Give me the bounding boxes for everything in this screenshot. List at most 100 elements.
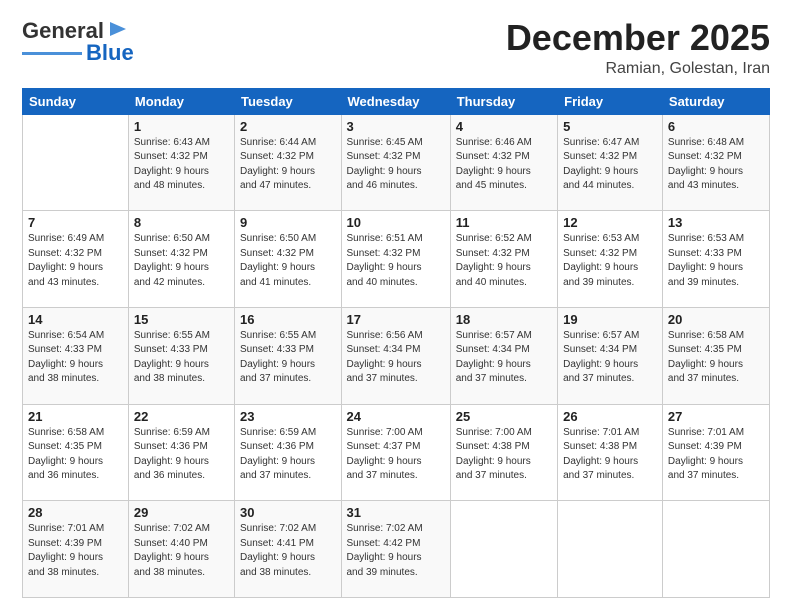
day-number: 23 — [240, 409, 336, 424]
day-info: Sunrise: 6:50 AMSunset: 4:32 PMDaylight:… — [240, 232, 336, 290]
day-number: 15 — [134, 312, 229, 327]
calendar-week-5: 28 Sunrise: 7:01 AMSunset: 4:39 PMDayligh… — [23, 501, 770, 598]
day-number: 5 — [563, 119, 657, 134]
day-number: 7 — [28, 215, 123, 230]
day-info: Sunrise: 6:59 AMSunset: 4:36 PMDaylight:… — [134, 426, 229, 484]
calendar-cell: 9 Sunrise: 6:50 AMSunset: 4:32 PMDaylight… — [235, 211, 342, 308]
calendar-cell: 23 Sunrise: 6:59 AMSunset: 4:36 PMDayligh… — [235, 404, 342, 501]
calendar-header-wednesday: Wednesday — [341, 88, 450, 114]
calendar-week-2: 7 Sunrise: 6:49 AMSunset: 4:32 PMDaylight… — [23, 211, 770, 308]
title-block: December 2025 Ramian, Golestan, Iran — [506, 18, 770, 78]
day-info: Sunrise: 7:00 AMSunset: 4:37 PMDaylight:… — [347, 426, 445, 484]
calendar-cell: 6 Sunrise: 6:48 AMSunset: 4:32 PMDaylight… — [662, 114, 769, 211]
calendar-header-monday: Monday — [128, 88, 234, 114]
day-number: 12 — [563, 215, 657, 230]
day-info: Sunrise: 6:52 AMSunset: 4:32 PMDaylight:… — [456, 232, 552, 290]
day-number: 9 — [240, 215, 336, 230]
day-number: 6 — [668, 119, 764, 134]
calendar-cell: 14 Sunrise: 6:54 AMSunset: 4:33 PMDayligh… — [23, 307, 129, 404]
day-info: Sunrise: 6:51 AMSunset: 4:32 PMDaylight:… — [347, 232, 445, 290]
calendar-cell — [662, 501, 769, 598]
calendar-cell: 7 Sunrise: 6:49 AMSunset: 4:32 PMDaylight… — [23, 211, 129, 308]
calendar-week-1: 1 Sunrise: 6:43 AMSunset: 4:32 PMDaylight… — [23, 114, 770, 211]
calendar-week-4: 21 Sunrise: 6:58 AMSunset: 4:35 PMDayligh… — [23, 404, 770, 501]
day-number: 20 — [668, 312, 764, 327]
calendar-cell: 20 Sunrise: 6:58 AMSunset: 4:35 PMDayligh… — [662, 307, 769, 404]
day-info: Sunrise: 7:02 AMSunset: 4:40 PMDaylight:… — [134, 522, 229, 580]
calendar-cell: 5 Sunrise: 6:47 AMSunset: 4:32 PMDaylight… — [558, 114, 663, 211]
page: General Blue December 2025 Ramian, Goles… — [0, 0, 792, 612]
calendar-cell: 31 Sunrise: 7:02 AMSunset: 4:42 PMDayligh… — [341, 501, 450, 598]
day-number: 25 — [456, 409, 552, 424]
header: General Blue December 2025 Ramian, Goles… — [22, 18, 770, 78]
day-number: 17 — [347, 312, 445, 327]
calendar-cell — [23, 114, 129, 211]
day-number: 21 — [28, 409, 123, 424]
day-number: 3 — [347, 119, 445, 134]
day-info: Sunrise: 6:57 AMSunset: 4:34 PMDaylight:… — [563, 329, 657, 387]
calendar-cell: 21 Sunrise: 6:58 AMSunset: 4:35 PMDayligh… — [23, 404, 129, 501]
day-number: 22 — [134, 409, 229, 424]
calendar-cell: 28 Sunrise: 7:01 AMSunset: 4:39 PMDayligh… — [23, 501, 129, 598]
day-info: Sunrise: 7:01 AMSunset: 4:39 PMDaylight:… — [28, 522, 123, 580]
calendar-cell: 19Sunrise: 6:57 AMSunset: 4:34 PMDayligh… — [558, 307, 663, 404]
calendar-week-3: 14 Sunrise: 6:54 AMSunset: 4:33 PMDayligh… — [23, 307, 770, 404]
calendar-cell: 4 Sunrise: 6:46 AMSunset: 4:32 PMDaylight… — [450, 114, 557, 211]
calendar-cell: 16Sunrise: 6:55 AMSunset: 4:33 PMDayligh… — [235, 307, 342, 404]
day-info: Sunrise: 6:48 AMSunset: 4:32 PMDaylight:… — [668, 136, 764, 194]
day-info: Sunrise: 6:58 AMSunset: 4:35 PMDaylight:… — [668, 329, 764, 387]
day-info: Sunrise: 6:58 AMSunset: 4:35 PMDaylight:… — [28, 426, 123, 484]
day-info: Sunrise: 6:46 AMSunset: 4:32 PMDaylight:… — [456, 136, 552, 194]
calendar-header-friday: Friday — [558, 88, 663, 114]
calendar-cell: 26 Sunrise: 7:01 AMSunset: 4:38 PMDayligh… — [558, 404, 663, 501]
day-number: 29 — [134, 505, 229, 520]
calendar-cell: 17Sunrise: 6:56 AMSunset: 4:34 PMDayligh… — [341, 307, 450, 404]
calendar-cell: 30Sunrise: 7:02 AMSunset: 4:41 PMDayligh… — [235, 501, 342, 598]
day-info: Sunrise: 6:44 AMSunset: 4:32 PMDaylight:… — [240, 136, 336, 194]
day-number: 16 — [240, 312, 336, 327]
day-number: 13 — [668, 215, 764, 230]
day-info: Sunrise: 6:43 AMSunset: 4:32 PMDaylight:… — [134, 136, 229, 194]
day-info: Sunrise: 6:47 AMSunset: 4:32 PMDaylight:… — [563, 136, 657, 194]
day-info: Sunrise: 6:54 AMSunset: 4:33 PMDaylight:… — [28, 329, 123, 387]
day-info: Sunrise: 6:57 AMSunset: 4:34 PMDaylight:… — [456, 329, 552, 387]
calendar-cell: 3Sunrise: 6:45 AMSunset: 4:32 PMDaylight… — [341, 114, 450, 211]
day-number: 4 — [456, 119, 552, 134]
calendar-header-thursday: Thursday — [450, 88, 557, 114]
calendar-cell: 13Sunrise: 6:53 AMSunset: 4:33 PMDayligh… — [662, 211, 769, 308]
day-number: 8 — [134, 215, 229, 230]
day-number: 31 — [347, 505, 445, 520]
day-info: Sunrise: 7:01 AMSunset: 4:38 PMDaylight:… — [563, 426, 657, 484]
calendar-cell: 18 Sunrise: 6:57 AMSunset: 4:34 PMDayligh… — [450, 307, 557, 404]
day-number: 1 — [134, 119, 229, 134]
day-info: Sunrise: 7:02 AMSunset: 4:41 PMDaylight:… — [240, 522, 336, 580]
day-number: 28 — [28, 505, 123, 520]
calendar-header-saturday: Saturday — [662, 88, 769, 114]
day-info: Sunrise: 7:01 AMSunset: 4:39 PMDaylight:… — [668, 426, 764, 484]
day-number: 24 — [347, 409, 445, 424]
day-number: 27 — [668, 409, 764, 424]
day-number: 26 — [563, 409, 657, 424]
calendar-cell: 25Sunrise: 7:00 AMSunset: 4:38 PMDayligh… — [450, 404, 557, 501]
day-number: 11 — [456, 215, 552, 230]
calendar-cell: 1 Sunrise: 6:43 AMSunset: 4:32 PMDaylight… — [128, 114, 234, 211]
calendar-cell — [558, 501, 663, 598]
day-info: Sunrise: 6:49 AMSunset: 4:32 PMDaylight:… — [28, 232, 123, 290]
day-info: Sunrise: 6:53 AMSunset: 4:32 PMDaylight:… — [563, 232, 657, 290]
day-info: Sunrise: 6:55 AMSunset: 4:33 PMDaylight:… — [134, 329, 229, 387]
calendar-cell: 24 Sunrise: 7:00 AMSunset: 4:37 PMDayligh… — [341, 404, 450, 501]
logo: General Blue — [22, 18, 134, 66]
day-number: 18 — [456, 312, 552, 327]
day-number: 2 — [240, 119, 336, 134]
logo-line — [22, 52, 82, 55]
calendar-header-row: SundayMondayTuesdayWednesdayThursdayFrid… — [23, 88, 770, 114]
day-info: Sunrise: 7:02 AMSunset: 4:42 PMDaylight:… — [347, 522, 445, 580]
calendar-cell: 11 Sunrise: 6:52 AMSunset: 4:32 PMDayligh… — [450, 211, 557, 308]
calendar-cell: 27 Sunrise: 7:01 AMSunset: 4:39 PMDayligh… — [662, 404, 769, 501]
calendar-cell: 10Sunrise: 6:51 AMSunset: 4:32 PMDayligh… — [341, 211, 450, 308]
calendar-cell — [450, 501, 557, 598]
day-number: 14 — [28, 312, 123, 327]
day-info: Sunrise: 6:59 AMSunset: 4:36 PMDaylight:… — [240, 426, 336, 484]
calendar-table: SundayMondayTuesdayWednesdayThursdayFrid… — [22, 88, 770, 598]
day-info: Sunrise: 6:50 AMSunset: 4:32 PMDaylight:… — [134, 232, 229, 290]
